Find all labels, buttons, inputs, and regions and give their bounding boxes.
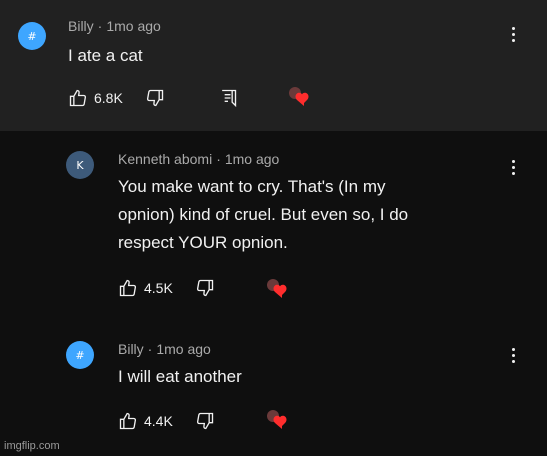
- comment-meta: Kenneth abomi · 1mo ago: [118, 151, 279, 167]
- watermark: imgflip.com: [4, 440, 60, 452]
- meta-separator: ·: [97, 18, 103, 34]
- comment-3: # Billy · 1mo ago I will eat another 4.4K: [0, 331, 547, 456]
- comment-meta: Billy · 1mo ago: [118, 341, 211, 357]
- avatar[interactable]: #: [18, 22, 46, 50]
- creator-heart-icon: [266, 409, 292, 431]
- more-vert-icon[interactable]: [512, 27, 516, 43]
- comment-1: # Billy · 1mo ago I ate a cat 6.8K: [0, 0, 547, 131]
- avatar-text: #: [75, 348, 85, 362]
- author-name[interactable]: Billy: [68, 18, 94, 34]
- comment-text-line: You make want to cry. That's (In my: [118, 177, 386, 196]
- avatar[interactable]: K: [66, 151, 94, 179]
- like-count: 6.8K: [94, 90, 123, 106]
- more-vert-icon[interactable]: [512, 348, 516, 364]
- meta-separator: ·: [147, 341, 153, 357]
- comment-text: You make want to cry. That's (In my opni…: [118, 173, 408, 257]
- creator-heart-icon: [266, 278, 292, 300]
- comment-time[interactable]: 1mo ago: [156, 341, 210, 357]
- comment-actions: 4.5K: [118, 278, 215, 298]
- thumb-down-icon[interactable]: [195, 411, 215, 431]
- meta-separator: ·: [216, 151, 221, 167]
- comment-text: I ate a cat: [68, 46, 143, 65]
- reply-icon[interactable]: [218, 88, 238, 108]
- thumb-up-icon[interactable]: [68, 88, 88, 108]
- thumb-down-icon[interactable]: [195, 278, 215, 298]
- avatar-text: K: [76, 158, 84, 172]
- comment-meta: Billy · 1mo ago: [68, 18, 161, 34]
- comment-text-line: respect YOUR opnion.: [118, 233, 288, 252]
- author-name[interactable]: Kenneth abomi: [118, 151, 212, 167]
- thumb-up-icon[interactable]: [118, 278, 138, 298]
- author-name[interactable]: Billy: [118, 341, 144, 357]
- thumb-down-icon[interactable]: [145, 88, 165, 108]
- comment-time[interactable]: 1mo ago: [225, 151, 279, 167]
- thumb-up-icon[interactable]: [118, 411, 138, 431]
- creator-heart-icon: [288, 86, 314, 108]
- comment-actions: 6.8K: [68, 88, 165, 108]
- more-vert-icon[interactable]: [512, 160, 516, 176]
- avatar-text: #: [27, 29, 37, 43]
- like-count: 4.4K: [144, 413, 173, 429]
- comment-actions: 4.4K: [118, 411, 215, 431]
- comment-2: K Kenneth abomi · 1mo ago You make want to…: [0, 131, 547, 331]
- comment-text-line: opnion) kind of cruel. But even so, I do: [118, 205, 409, 224]
- like-count: 4.5K: [144, 280, 173, 296]
- comment-text: I will eat another: [118, 367, 242, 386]
- avatar[interactable]: #: [66, 341, 94, 369]
- comment-time[interactable]: 1mo ago: [106, 18, 160, 34]
